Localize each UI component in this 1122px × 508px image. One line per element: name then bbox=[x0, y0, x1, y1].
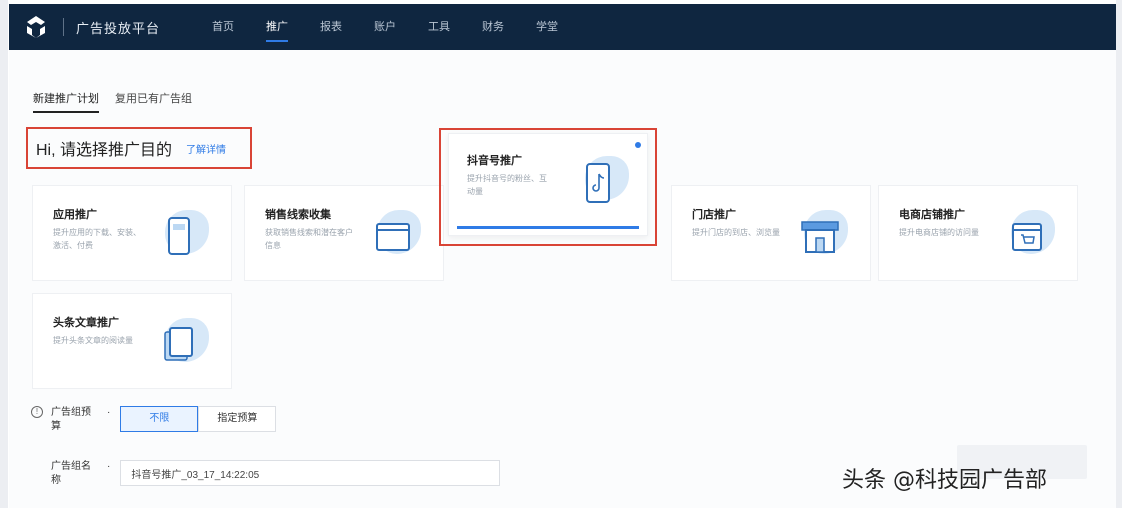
card-app-promotion[interactable]: 应用推广 提升应用的下载、安装、激活、付费 bbox=[32, 185, 232, 281]
nav-finance[interactable]: 财务 bbox=[466, 4, 520, 50]
creation-mode-tabs: 新建推广计划 复用已有广告组 bbox=[33, 90, 192, 113]
card-description: 提升应用的下载、安装、激活、付费 bbox=[53, 228, 141, 250]
card-description: 获取销售线索和潜在客户信息 bbox=[265, 228, 353, 250]
nav-academy[interactable]: 学堂 bbox=[520, 4, 574, 50]
card-description: 提升电商店铺的访问量 bbox=[899, 228, 979, 237]
card-title: 应用推广 bbox=[53, 209, 97, 221]
adgroup-name-input[interactable] bbox=[120, 460, 501, 486]
card-douyin-promotion[interactable]: 抖音号推广 提升抖音号的粉丝、互动量 bbox=[448, 133, 648, 236]
learn-more-link[interactable]: 了解详情 bbox=[186, 141, 226, 156]
article-card-icon bbox=[153, 318, 209, 370]
card-article-promotion[interactable]: 头条文章推广 提升头条文章的阅读量 bbox=[32, 293, 232, 389]
watermark-text: 头条 @科技园广告部 bbox=[842, 468, 1047, 493]
selected-indicator-bar bbox=[457, 226, 639, 229]
tab-new-campaign[interactable]: 新建推广计划 bbox=[33, 90, 99, 113]
required-dot: · bbox=[107, 407, 111, 418]
frame-left-edge bbox=[0, 0, 8, 508]
budget-option-unlimited[interactable]: 不限 bbox=[120, 406, 199, 432]
nav-home[interactable]: 首页 bbox=[196, 4, 250, 50]
adgroup-name-label: 广告组名称 bbox=[51, 461, 91, 486]
card-title: 门店推广 bbox=[692, 209, 736, 221]
adgroup-name-row: 广告组名称 · bbox=[33, 460, 501, 488]
card-description: 提升抖音号的粉丝、互动量 bbox=[467, 174, 547, 196]
info-icon[interactable]: ! bbox=[31, 406, 43, 418]
main-nav: 首页 推广 报表 账户 工具 财务 学堂 bbox=[196, 4, 574, 50]
tab-reuse-adgroup[interactable]: 复用已有广告组 bbox=[115, 90, 192, 113]
card-title: 头条文章推广 bbox=[53, 317, 119, 329]
frame-right-edge bbox=[1116, 0, 1122, 508]
douyin-phone-icon bbox=[573, 156, 629, 208]
budget-option-specified[interactable]: 指定预算 bbox=[198, 406, 277, 432]
shopping-cart-icon bbox=[999, 210, 1055, 262]
card-title: 销售线索收集 bbox=[265, 209, 331, 221]
required-dot: · bbox=[107, 461, 111, 472]
platform-logo-icon[interactable] bbox=[23, 14, 49, 40]
brand-title: 广告投放平台 bbox=[76, 20, 161, 36]
nav-tools[interactable]: 工具 bbox=[412, 4, 466, 50]
card-store-promotion[interactable]: 门店推广 提升门店的到店、浏览量 bbox=[671, 185, 871, 281]
brand-divider bbox=[63, 18, 64, 36]
page-heading: Hi, 请选择推广目的 bbox=[36, 142, 173, 159]
budget-row: ! 广告组预算 · 不限 指定预算 bbox=[31, 406, 277, 434]
card-title: 电商店铺推广 bbox=[899, 209, 965, 221]
card-description: 提升门店的到店、浏览量 bbox=[692, 228, 780, 237]
top-nav-bar: 广告投放平台 首页 推广 报表 账户 工具 财务 学堂 bbox=[9, 4, 1116, 50]
browser-window-icon bbox=[365, 210, 421, 262]
budget-selector: 不限 指定预算 bbox=[120, 406, 277, 432]
phone-app-icon bbox=[153, 210, 209, 262]
main-content: 新建推广计划 复用已有广告组 Hi, 请选择推广目的 了解详情 应用推广 提升应… bbox=[9, 50, 1116, 508]
card-title: 抖音号推广 bbox=[467, 155, 522, 167]
nav-account[interactable]: 账户 bbox=[358, 4, 412, 50]
card-description: 提升头条文章的阅读量 bbox=[53, 336, 133, 345]
nav-reports[interactable]: 报表 bbox=[304, 4, 358, 50]
selected-indicator-dot bbox=[635, 142, 641, 148]
nav-promotion[interactable]: 推广 bbox=[250, 4, 304, 50]
budget-label: 广告组预算 bbox=[51, 407, 91, 432]
card-sales-leads[interactable]: 销售线索收集 获取销售线索和潜在客户信息 bbox=[244, 185, 444, 281]
storefront-icon bbox=[792, 210, 848, 262]
card-ecommerce-store[interactable]: 电商店铺推广 提升电商店铺的访问量 bbox=[878, 185, 1078, 281]
heading-highlight-box: Hi, 请选择推广目的 了解详情 bbox=[26, 127, 252, 169]
